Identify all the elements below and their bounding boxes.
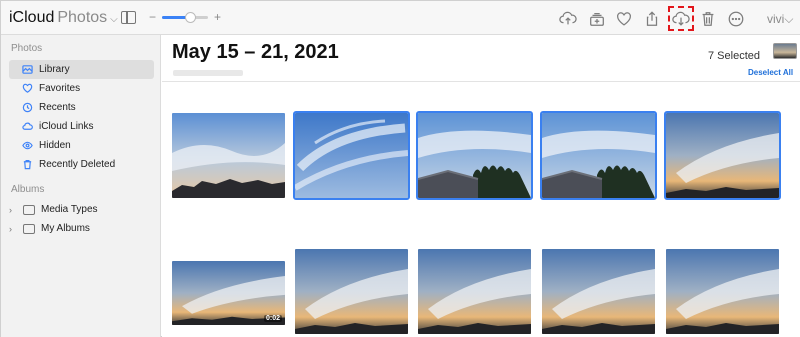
sidebar-item-label: iCloud Links (39, 121, 94, 132)
sidebar-item-favorites[interactable]: Favorites (9, 79, 154, 98)
video-duration: 0:02 (263, 315, 282, 322)
location-placeholder (173, 70, 243, 76)
sidebar: Photos Library Favorites Recents iCloud … (1, 35, 161, 337)
sidebar-toggle-icon[interactable] (121, 11, 136, 24)
brand-icloud: iCloud (9, 9, 55, 26)
deselect-all-button[interactable]: Deselect All (748, 68, 793, 77)
chevron-right-icon[interactable]: › (9, 205, 19, 215)
brand-photos: Photos (57, 9, 108, 26)
photo-thumbnail[interactable] (418, 249, 531, 334)
photo-thumbnail[interactable] (172, 113, 285, 198)
photo-thumbnail[interactable] (295, 249, 408, 334)
add-to-album-icon[interactable] (587, 9, 607, 29)
cloud-link-icon (21, 121, 33, 133)
selection-thumbnail[interactable] (773, 43, 797, 59)
top-toolbar: iCloud Photos ⌵ − + vivi⌵ (1, 1, 800, 35)
clock-icon (21, 102, 33, 114)
upload-icon[interactable] (558, 9, 578, 29)
eye-icon (21, 140, 33, 152)
sidebar-item-hidden[interactable]: Hidden (9, 136, 154, 155)
photo-thumbnail[interactable] (542, 249, 655, 334)
user-menu[interactable]: vivi⌵ (767, 12, 793, 27)
zoom-slider[interactable]: − + (149, 10, 221, 24)
app-title[interactable]: iCloud Photos ⌵ (9, 9, 118, 27)
delete-icon[interactable] (698, 9, 718, 29)
download-icon[interactable] (671, 9, 691, 29)
zoom-knob[interactable] (184, 11, 196, 23)
sidebar-item-label: Recently Deleted (39, 159, 116, 170)
share-icon[interactable] (642, 9, 662, 29)
sidebar-item-icloud-links[interactable]: iCloud Links (9, 117, 154, 136)
zoom-out-icon[interactable]: − (149, 10, 156, 24)
page-title: May 15 – 21, 2021 (172, 41, 339, 63)
sidebar-item-library[interactable]: Library (9, 60, 154, 79)
photo-thumbnail[interactable] (293, 111, 410, 200)
folder-icon (23, 223, 35, 234)
chevron-down-icon: ⌵ (110, 14, 118, 25)
icloud-photos-window: iCloud Photos ⌵ − + vivi⌵ Photos Library… (0, 0, 800, 337)
sidebar-header-albums: Albums (11, 184, 45, 195)
zoom-track[interactable] (162, 11, 209, 23)
sidebar-item-label: Favorites (39, 83, 81, 94)
header-divider (162, 81, 800, 82)
sidebar-group-media-types[interactable]: › Media Types (9, 200, 154, 219)
zoom-in-icon[interactable]: + (214, 10, 221, 24)
sidebar-item-label: Library (39, 64, 70, 75)
heart-icon (21, 83, 33, 95)
library-icon (21, 64, 33, 76)
more-options-icon[interactable] (726, 9, 746, 29)
sidebar-group-my-albums[interactable]: › My Albums (9, 219, 154, 238)
favorite-icon[interactable] (614, 9, 634, 29)
photo-library-content: May 15 – 21, 2021 7 Selected Deselect Al… (162, 35, 800, 337)
photo-thumbnail[interactable] (416, 111, 533, 200)
sidebar-item-label: Recents (39, 102, 76, 113)
sidebar-group-label: My Albums (41, 223, 90, 234)
chevron-right-icon[interactable]: › (9, 224, 19, 234)
selected-count: 7 Selected (708, 50, 760, 62)
photo-thumbnail[interactable] (540, 111, 657, 200)
trash-icon (21, 159, 33, 171)
sidebar-item-label: Hidden (39, 140, 71, 151)
sidebar-item-recently-deleted[interactable]: Recently Deleted (9, 155, 154, 174)
sidebar-header-photos: Photos (11, 43, 43, 54)
photo-thumbnail[interactable]: 0:02 (172, 261, 285, 325)
photo-thumbnail[interactable] (666, 249, 779, 334)
sidebar-group-label: Media Types (41, 204, 98, 215)
folder-icon (23, 204, 35, 215)
sidebar-item-recents[interactable]: Recents (9, 98, 154, 117)
photo-thumbnail[interactable] (664, 111, 781, 200)
